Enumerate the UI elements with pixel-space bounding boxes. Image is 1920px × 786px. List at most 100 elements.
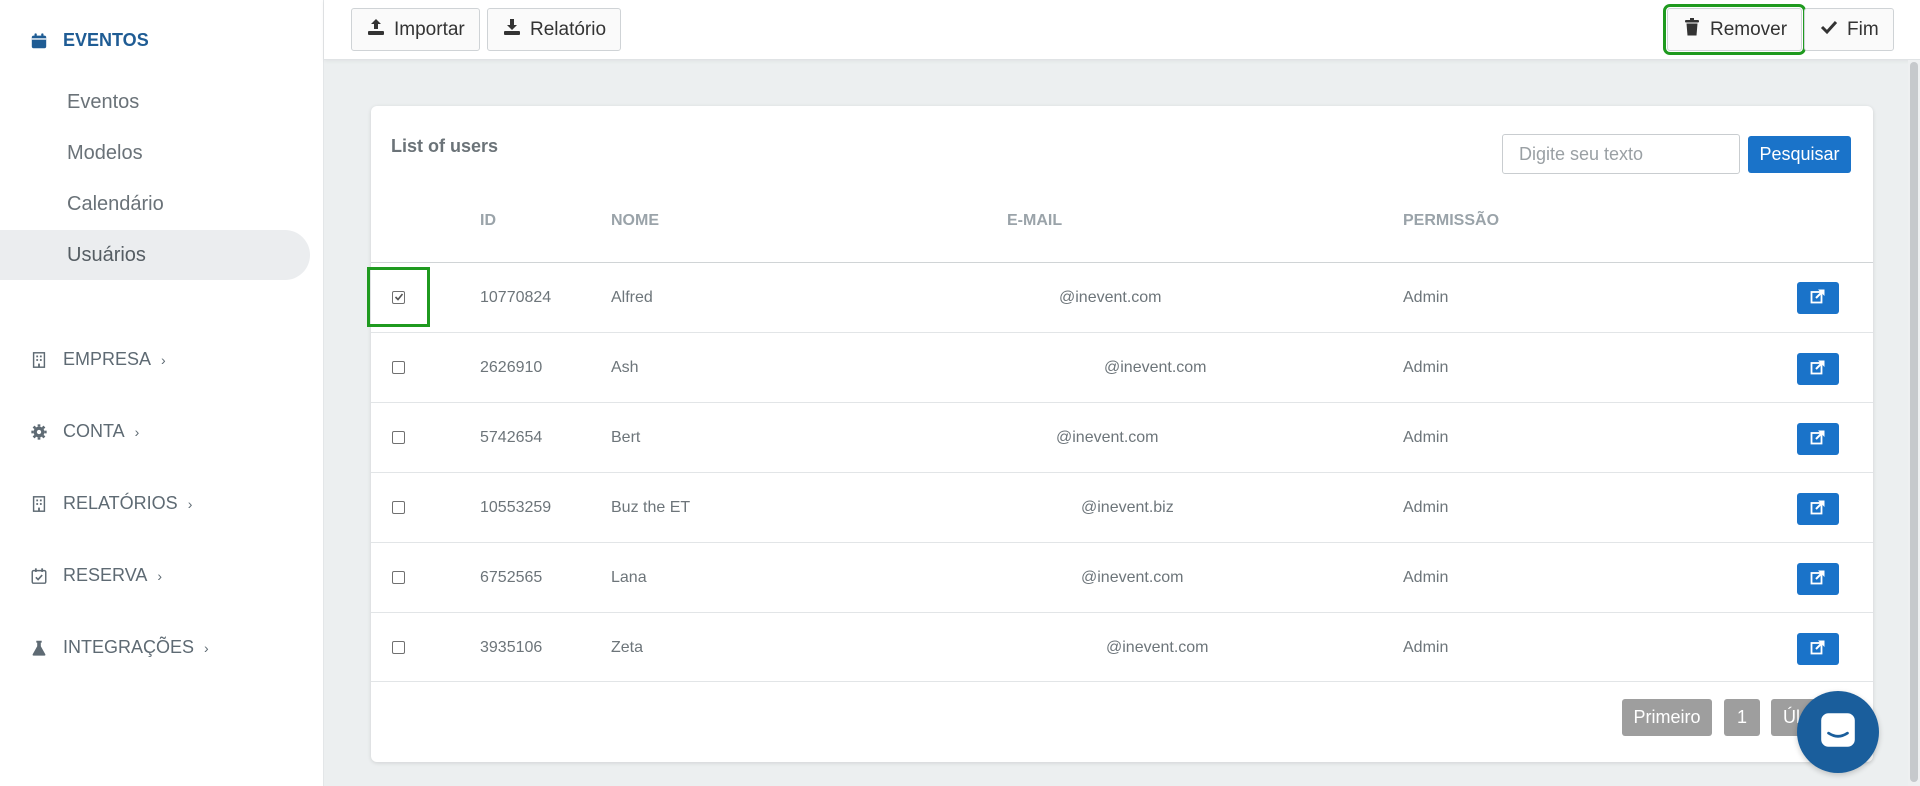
pagination-page-button[interactable]: 1 (1724, 699, 1760, 736)
edit-user-button[interactable] (1797, 423, 1839, 455)
sidebar-section-label: RELATÓRIOS (63, 493, 178, 513)
sidebar-section-conta[interactable]: CONTA › (29, 421, 139, 442)
import-button[interactable]: Importar (351, 8, 480, 51)
cell-email: @inevent.com (1059, 289, 1162, 306)
cell-name: Buz the ET (611, 499, 691, 516)
checkbox-icon (392, 430, 405, 444)
flask-icon (29, 638, 49, 658)
table-row[interactable]: 3935106 Zeta @inevent.com Admin (371, 612, 1873, 682)
checkbox-checked-icon (392, 290, 405, 304)
edit-user-button[interactable] (1797, 563, 1839, 595)
search-button[interactable]: Pesquisar (1748, 136, 1851, 173)
chevron-right-icon: › (187, 495, 193, 512)
cell-id: 10770824 (480, 289, 552, 306)
sidebar-item-calendario[interactable]: Calendário (0, 179, 310, 229)
page-scrollbar[interactable] (1908, 60, 1920, 786)
trash-icon (1682, 17, 1702, 43)
users-card: List of users Pesquisar ID NOME E-MAIL P… (367, 106, 1873, 762)
sidebar-item-eventos[interactable]: Eventos (0, 77, 310, 127)
row-checkbox[interactable] (371, 341, 426, 393)
sidebar-section-empresa[interactable]: EMPRESA › (29, 349, 166, 370)
cell-id: 2626910 (480, 359, 543, 376)
sidebar-item-usuarios[interactable]: Usuários (0, 230, 310, 280)
check-icon (1819, 17, 1839, 43)
edit-user-button[interactable] (1797, 633, 1839, 665)
cell-id: 5742654 (480, 429, 543, 446)
chevron-right-icon: › (157, 567, 163, 584)
report-button[interactable]: Relatório (487, 8, 622, 51)
table-row[interactable]: 2626910 Ash @inevent.com Admin (371, 332, 1873, 402)
cell-name: Lana (611, 569, 647, 586)
column-header-id[interactable]: ID (480, 212, 496, 230)
finish-label: Fim (1847, 18, 1879, 40)
import-label: Importar (394, 18, 465, 40)
gear-icon (29, 422, 49, 442)
sidebar-section-relatorios[interactable]: RELATÓRIOS › (29, 493, 192, 514)
pagination-first-button[interactable]: Primeiro (1622, 699, 1712, 736)
cell-email: @inevent.com (1104, 359, 1207, 376)
row-checkbox[interactable] (371, 621, 426, 673)
sidebar-item-modelos[interactable]: Modelos (0, 128, 310, 178)
chevron-right-icon: › (204, 639, 209, 656)
external-link-icon (1810, 499, 1826, 520)
row-checkbox[interactable] (371, 481, 426, 533)
cell-email: @inevent.biz (1081, 499, 1174, 516)
column-header-email[interactable]: E-MAIL (1007, 212, 1062, 230)
checkbox-icon (392, 570, 405, 584)
scrollbar-thumb[interactable] (1910, 62, 1918, 782)
cell-name: Zeta (611, 639, 644, 656)
cell-permission: Admin (1403, 639, 1449, 656)
table-row[interactable]: 6752565 Lana @inevent.com Admin (371, 542, 1873, 612)
chat-launcher-button[interactable] (1797, 691, 1879, 773)
edit-user-button[interactable] (1797, 282, 1839, 314)
checkbox-icon (392, 360, 405, 374)
download-icon (502, 17, 522, 43)
sidebar: EVENTOS Eventos Modelos Calendário Usuár… (0, 0, 324, 786)
calendar-icon (29, 31, 49, 51)
remove-label: Remover (1710, 18, 1788, 40)
sidebar-section-label: RESERVA (63, 565, 148, 585)
cell-id: 10553259 (480, 499, 552, 516)
edit-user-button[interactable] (1797, 353, 1839, 385)
cell-id: 3935106 (480, 639, 543, 656)
search-input[interactable] (1502, 134, 1740, 174)
sidebar-section-label: EVENTOS (63, 30, 149, 50)
remove-button[interactable]: Remover (1662, 4, 1807, 55)
report-label: Relatório (530, 18, 607, 40)
finish-button[interactable]: Fim (1804, 8, 1894, 51)
edit-user-button[interactable] (1797, 493, 1839, 525)
chevron-right-icon: › (134, 423, 140, 440)
external-link-icon (1810, 359, 1826, 380)
cell-email: @inevent.com (1106, 639, 1209, 656)
sidebar-section-integracoes[interactable]: INTEGRAÇÕES › (29, 637, 209, 658)
building-icon (29, 350, 49, 370)
external-link-icon (1810, 288, 1826, 309)
chevron-right-icon: › (161, 351, 166, 368)
upload-icon (366, 17, 386, 43)
sidebar-section-eventos[interactable]: EVENTOS (29, 30, 149, 51)
column-header-permission[interactable]: PERMISSÃO (1403, 212, 1499, 230)
card-title: List of users (391, 136, 499, 156)
cell-name: Ash (611, 359, 639, 376)
sidebar-section-reserva[interactable]: RESERVA › (29, 565, 162, 586)
building-icon (29, 494, 49, 514)
table-row[interactable]: 10770824 Alfred @inevent.com Admin (367, 262, 1873, 332)
toolbar: Importar Relatório Remover Fim (324, 0, 1920, 60)
table-row[interactable]: 5742654 Bert @inevent.com Admin (371, 402, 1873, 472)
checkbox-icon (392, 500, 405, 514)
cell-permission: Admin (1403, 359, 1449, 376)
table-row[interactable]: 10553259 Buz the ET @inevent.biz Admin (371, 472, 1873, 542)
cell-permission: Admin (1403, 499, 1449, 516)
sidebar-section-label: INTEGRAÇÕES (63, 637, 195, 657)
external-link-icon (1810, 569, 1826, 590)
row-checkbox[interactable] (371, 551, 426, 603)
cell-permission: Admin (1403, 289, 1449, 306)
calendar-check-icon (29, 566, 49, 586)
row-checkbox[interactable] (367, 267, 430, 327)
sidebar-section-label: EMPRESA (63, 349, 152, 369)
cell-permission: Admin (1403, 429, 1449, 446)
chat-icon (1817, 709, 1859, 756)
row-checkbox[interactable] (371, 411, 426, 463)
column-header-name[interactable]: NOME (611, 212, 659, 230)
cell-email: @inevent.com (1056, 429, 1159, 446)
